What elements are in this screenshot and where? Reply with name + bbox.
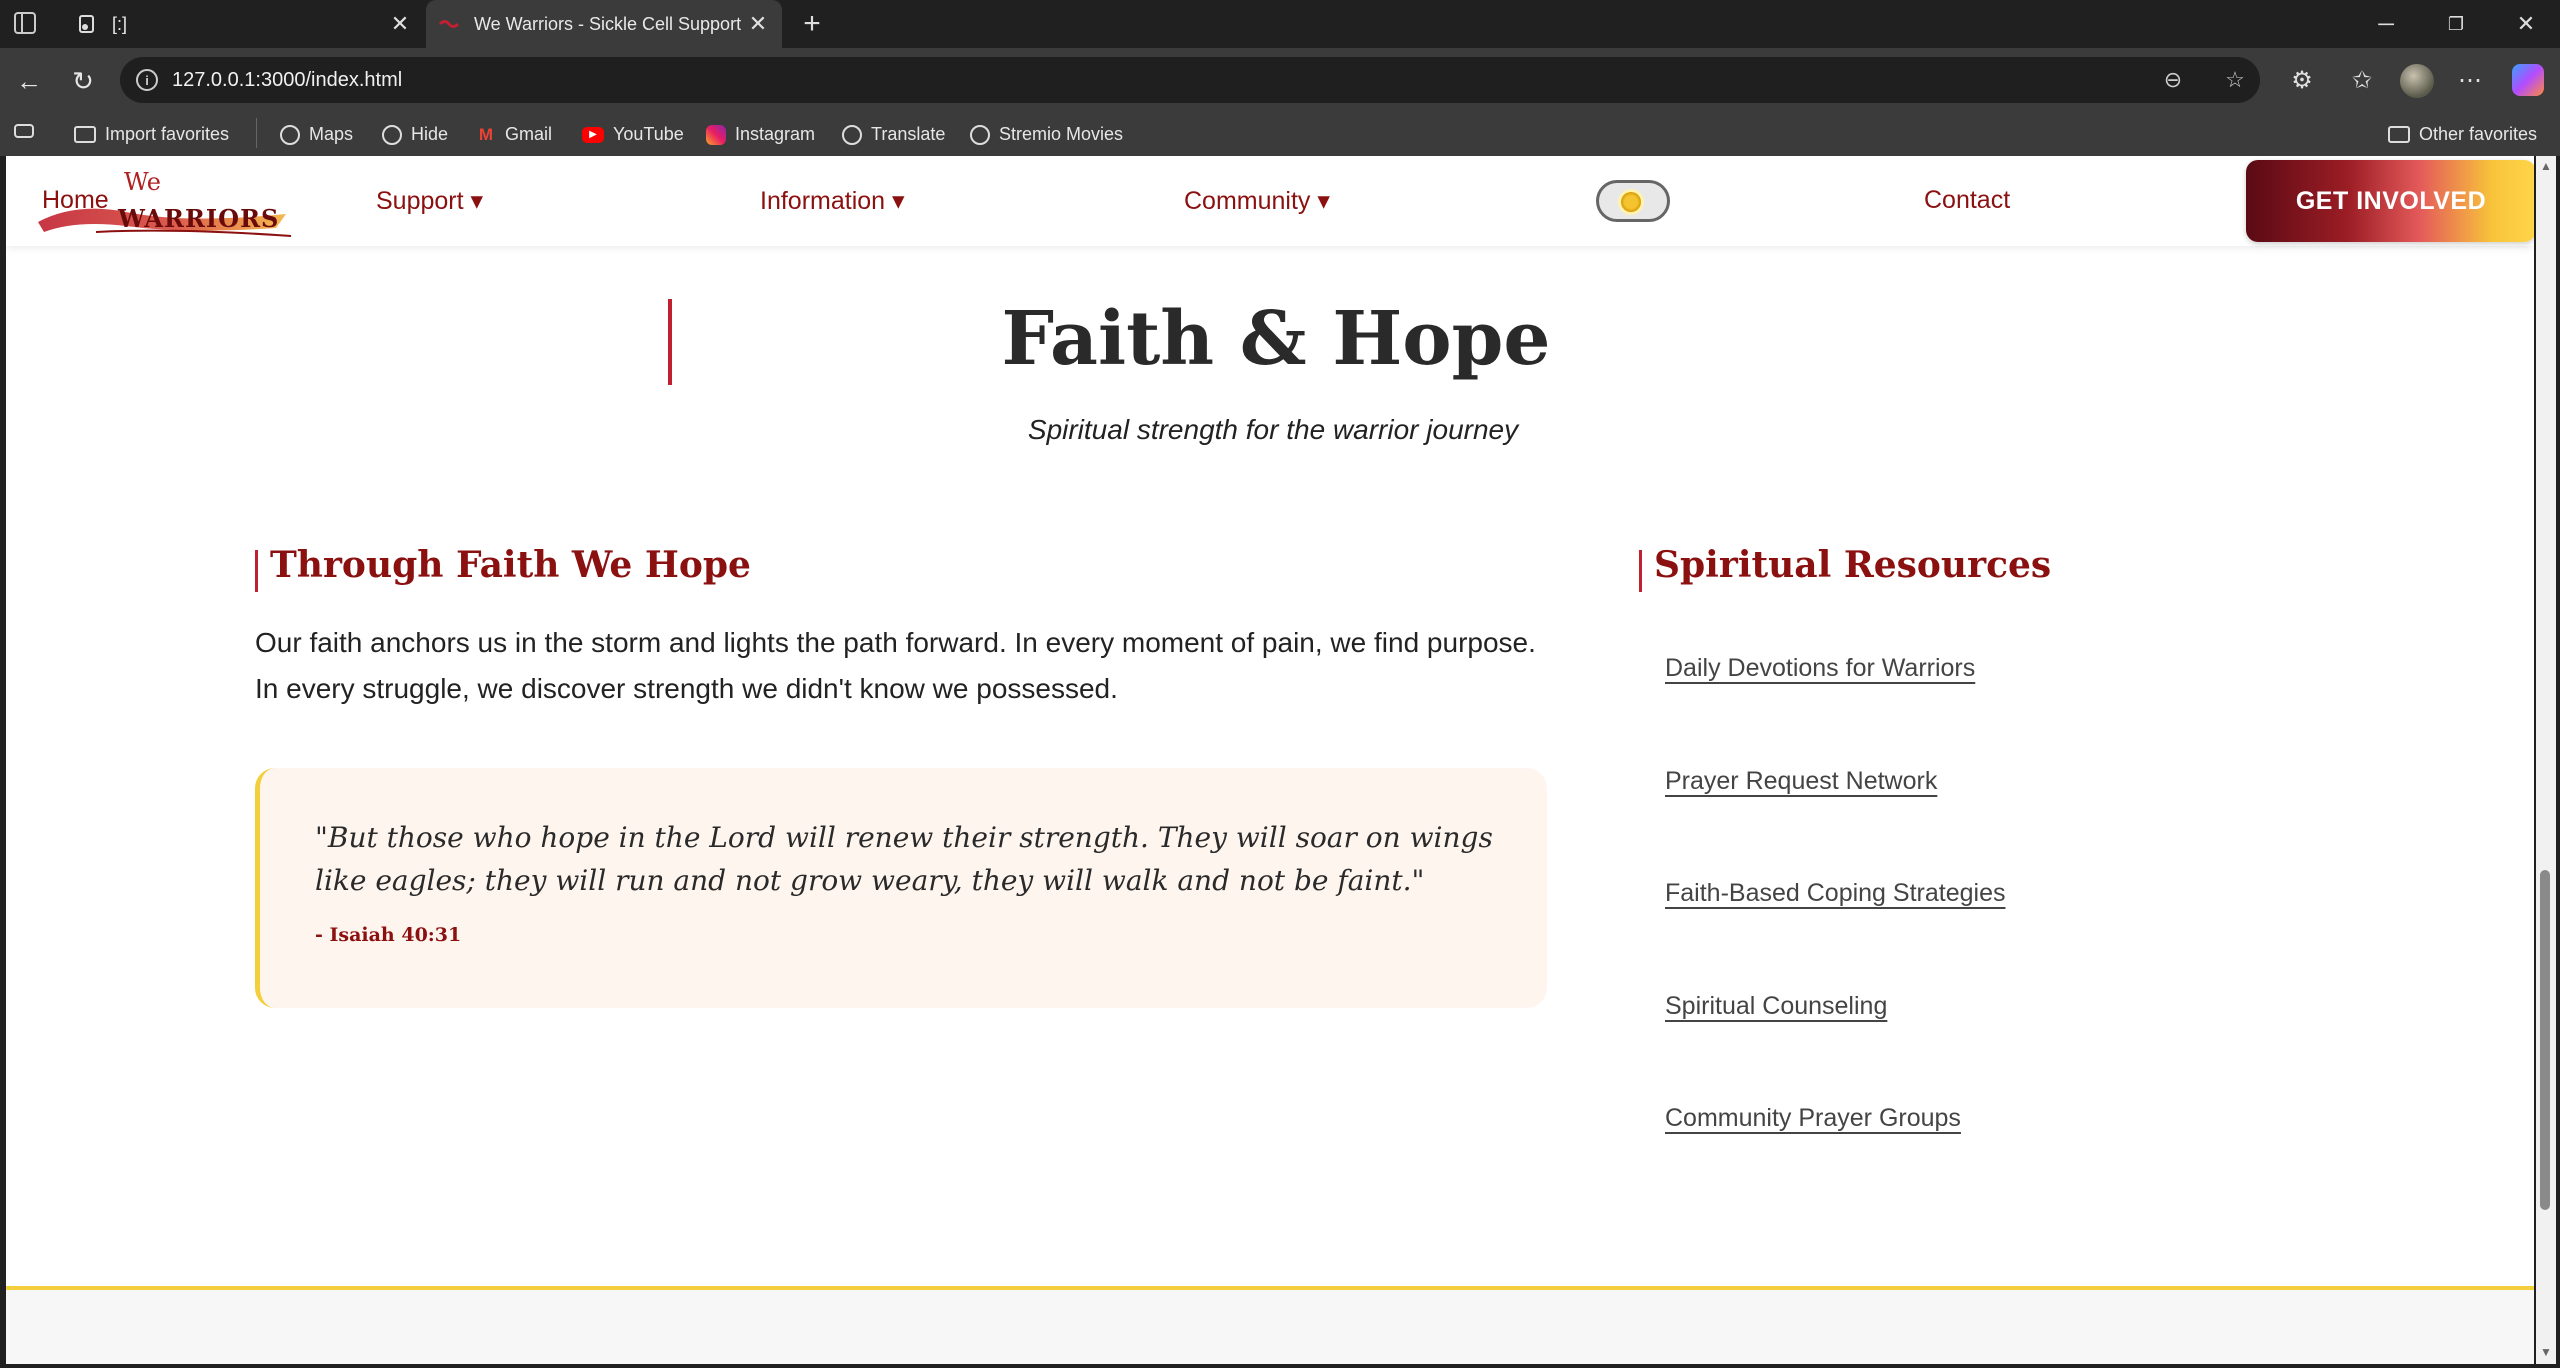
back-icon[interactable]: ←: [14, 66, 44, 96]
resource-link[interactable]: Faith-Based Coping Strategies: [1665, 879, 2005, 908]
restore-icon[interactable]: ❐: [2426, 0, 2486, 48]
close-window-icon[interactable]: ✕: [2496, 0, 2556, 48]
sidebar-toggle-icon[interactable]: [14, 12, 36, 34]
bookmark-import-favorites[interactable]: Import favorites: [74, 124, 229, 145]
favorite-star-icon[interactable]: ☆: [2222, 67, 2248, 93]
tab-title: We Warriors - Sickle Cell Support: [474, 13, 742, 34]
close-tab-icon[interactable]: ✕: [744, 10, 772, 38]
bookmark-label: Gmail: [505, 124, 553, 144]
bookmark-label: Other favorites: [2419, 124, 2538, 144]
nav-community[interactable]: Community ▾: [1184, 186, 1330, 216]
bookmark-gmail[interactable]: M Gmail: [476, 124, 552, 145]
bookmark-label: Instagram: [735, 124, 816, 144]
page-viewport: We WARRIORS Home Support ▾ Information ▾…: [6, 156, 2534, 1364]
bookmark-hide[interactable]: Hide: [382, 124, 448, 145]
youtube-icon: ▶: [582, 126, 604, 143]
close-tab-icon[interactable]: ✕: [386, 10, 414, 38]
resource-link[interactable]: Prayer Request Network: [1665, 767, 1937, 796]
resources-heading: Spiritual Resources: [1654, 544, 2052, 586]
nav-home[interactable]: Home: [42, 186, 109, 215]
reader-mode-icon[interactable]: ⊖: [2160, 67, 2186, 93]
globe-icon: [970, 124, 990, 145]
resource-link[interactable]: Community Prayer Groups: [1665, 1104, 1961, 1133]
scroll-down-icon[interactable]: ▼: [2540, 1346, 2552, 1358]
page-title: Faith & Hope: [1001, 296, 1551, 382]
bookmark-label: Hide: [411, 124, 449, 144]
site-favicon-icon: [438, 13, 460, 35]
browser-tab-active[interactable]: We Warriors - Sickle Cell Support ✕: [426, 0, 782, 48]
copilot-icon[interactable]: [2512, 64, 2544, 96]
scripture-quote: "But those who hope in the Lord will ren…: [255, 768, 1547, 1008]
logo-warriors-text: WARRIORS: [118, 204, 280, 233]
site-header: We WARRIORS Home Support ▾ Information ▾…: [6, 156, 2534, 246]
bookmark-label: Stremio Movies: [999, 124, 1124, 144]
bookmark-label: Import favorites: [105, 124, 230, 144]
more-menu-icon[interactable]: ⋯: [2454, 64, 2486, 96]
page-icon: [76, 13, 98, 35]
bookmark-label: Translate: [871, 124, 946, 144]
bookmark-label: YouTube: [613, 124, 684, 144]
tab-title: [:]: [112, 13, 128, 34]
extensions-icon[interactable]: ⚙: [2286, 64, 2318, 96]
url-bar[interactable]: i 127.0.0.1:3000/index.html ⊖ ☆: [120, 57, 2260, 103]
section-accent-bar: [1639, 550, 1642, 592]
new-tab-icon[interactable]: +: [796, 7, 828, 40]
instagram-icon: [706, 124, 726, 145]
scrollbar-thumb[interactable]: [2540, 870, 2550, 1210]
page-scrollbar[interactable]: ▲ ▼: [2536, 156, 2556, 1364]
gmail-icon: M: [478, 124, 494, 144]
folder-icon: [74, 126, 96, 143]
bookmark-stremio-movies[interactable]: Stremio Movies: [970, 124, 1123, 145]
url-text[interactable]: 127.0.0.1:3000/index.html: [172, 69, 402, 92]
bookmark-youtube[interactable]: ▶ YouTube: [582, 124, 684, 145]
site-info-icon[interactable]: i: [136, 69, 158, 91]
bookmark-label: Maps: [309, 124, 354, 144]
folder-icon: [2388, 126, 2410, 143]
quote-text: "But those who hope in the Lord will ren…: [315, 821, 1493, 897]
bookmark-separator: [256, 118, 257, 148]
globe-icon: [382, 124, 402, 145]
browser-tab-bar: [:] ✕ We Warriors - Sickle Cell Support …: [0, 0, 2560, 48]
bookmarks-menu-icon[interactable]: [14, 124, 43, 138]
nav-information[interactable]: Information ▾: [760, 186, 905, 216]
nav-contact[interactable]: Contact: [1924, 186, 2010, 215]
browser-tab[interactable]: [:] ✕: [64, 0, 424, 48]
logo-we-text: We: [124, 168, 161, 196]
globe-icon: [280, 124, 300, 145]
globe-icon: [842, 124, 862, 145]
refresh-icon[interactable]: ↻: [68, 66, 98, 96]
page-subtitle: Spiritual strength for the warrior journ…: [1027, 414, 1519, 445]
favorites-icon[interactable]: ✩: [2346, 64, 2378, 96]
get-involved-button[interactable]: GET INVOLVED: [2246, 160, 2534, 242]
theme-toggle[interactable]: [1596, 180, 1670, 222]
other-favorites[interactable]: Other favorites: [2388, 124, 2537, 145]
resource-link[interactable]: Spiritual Counseling: [1665, 992, 1887, 1021]
scroll-up-icon[interactable]: ▲: [2540, 160, 2552, 172]
minimize-icon[interactable]: ─: [2356, 0, 2416, 48]
section-accent-bar: [255, 550, 258, 592]
quote-citation: - Isaiah 40:31: [315, 924, 462, 946]
nav-support[interactable]: Support ▾: [376, 186, 483, 216]
page-footer: [6, 1290, 2534, 1364]
sun-icon: [1621, 192, 1641, 212]
faith-section-heading: Through Faith We Hope: [270, 544, 751, 586]
resource-link[interactable]: Daily Devotions for Warriors: [1665, 654, 1975, 683]
bookmark-translate[interactable]: Translate: [842, 124, 945, 145]
bookmark-maps[interactable]: Maps: [280, 124, 353, 145]
bookmark-instagram[interactable]: Instagram: [706, 124, 815, 145]
faith-paragraph: Our faith anchors us in the storm and li…: [255, 627, 1536, 704]
profile-avatar[interactable]: [2400, 64, 2434, 98]
